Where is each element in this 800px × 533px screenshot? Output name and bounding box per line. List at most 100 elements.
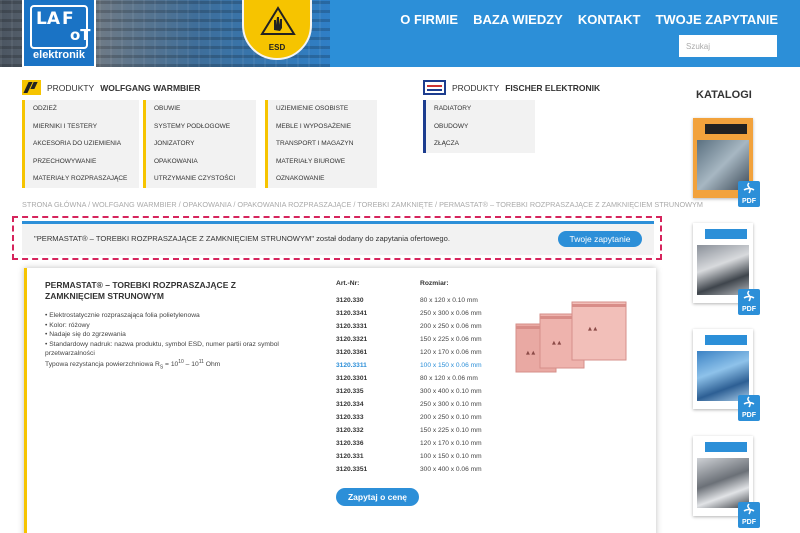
size-value: 100 x 150 x 0.06 mm: [420, 362, 482, 369]
article-number: 3120.330: [336, 297, 364, 304]
nav-kontakt[interactable]: KONTAKT: [578, 12, 641, 27]
esd-hand-icon: [260, 6, 296, 35]
article-number: 3120.3341: [336, 310, 368, 317]
warmbier-menu-col-2: OBUWIE SYSTEMY PODŁOGOWE JONIZATORY OPAK…: [143, 100, 256, 188]
main-nav: O FIRMIE BAZA WIEDZY KONTAKT TWOJE ZAPYT…: [400, 12, 778, 27]
feature-item: Elektrostatycznie rozpraszająca folia po…: [45, 311, 305, 321]
fischer-tag: [705, 335, 747, 345]
table-row[interactable]: 3120.336 120 x 170 x 0.10 mm: [336, 437, 566, 450]
menu-item-obuwie[interactable]: OBUWIE: [146, 100, 256, 118]
article-number: 3120.3311: [336, 362, 367, 369]
size-value: 80 x 120 x 0.10 mm: [420, 297, 478, 304]
menu-item-radiatory[interactable]: RADIATORY: [426, 100, 535, 118]
menu-item-przechowywanie[interactable]: PRZECHOWYWANIE: [25, 153, 139, 171]
feature-item: Nadaje się do zgrzewania: [45, 330, 305, 340]
menu-item-jonizatory[interactable]: JONIZATORY: [146, 135, 256, 153]
size-value: 300 x 400 x 0.06 mm: [420, 466, 482, 473]
menu-item-oznakowanie[interactable]: OZNAKOWANIE: [268, 170, 377, 188]
size-value: 120 x 170 x 0.10 mm: [420, 440, 482, 447]
nav-o-firmie[interactable]: O FIRMIE: [400, 12, 458, 27]
fischer-logo-icon: [423, 80, 446, 95]
cover-image: [697, 458, 749, 508]
product-bags-image: ▲ ▲ ▲ ▲ ▲ ▲: [515, 301, 627, 373]
feature-item: Kolor: różowy: [45, 321, 305, 331]
warmbier-tag: [705, 124, 747, 134]
menu-item-zlacza[interactable]: ZŁĄCZA: [426, 135, 535, 153]
your-inquiry-button[interactable]: Twoje zapytanie: [558, 231, 642, 247]
cover-image: [697, 245, 749, 295]
size-value: 200 x 250 x 0.10 mm: [420, 414, 482, 421]
size-value: 80 x 120 x 0.06 mm: [420, 375, 478, 382]
cover-image: [697, 351, 749, 401]
menu-item-materialy-biurowe[interactable]: MATERIAŁY BIUROWE: [268, 153, 377, 171]
pdf-icon[interactable]: PDF: [738, 502, 760, 528]
article-number: 3120.336: [336, 440, 364, 447]
fischer-tag: [705, 229, 747, 239]
table-row[interactable]: 3120.332 150 x 225 x 0.10 mm: [336, 424, 566, 437]
resistance-text: Typowa rezystancja powierzchniowa RS = 1…: [45, 359, 221, 371]
table-row[interactable]: 3120.333 200 x 250 x 0.10 mm: [336, 411, 566, 424]
fischer-heading[interactable]: PRODUKTY FISCHER ELEKTRONIK: [423, 80, 600, 95]
svg-text:▲ ▲: ▲ ▲: [552, 340, 561, 346]
col-art-header: Art.-Nr:: [336, 280, 360, 287]
size-value: 150 x 225 x 0.10 mm: [420, 427, 482, 434]
article-number: 3120.333: [336, 414, 364, 421]
feature-item: Standardowy nadruk: nazwa produktu, symb…: [45, 340, 305, 359]
article-number: 3120.334: [336, 401, 364, 408]
size-value: 250 x 300 x 0.10 mm: [420, 401, 482, 408]
menu-item-opakowania[interactable]: OPAKOWANIA: [146, 153, 256, 171]
menu-item-uziemienie-osobiste[interactable]: UZIEMIENIE OSOBISTE: [268, 100, 377, 118]
article-number: 3120.332: [336, 427, 364, 434]
product-title: PERMASTAT® – TOREBKI ROZPRASZAJĄCE Z ZAM…: [45, 280, 236, 301]
menu-item-utrzymanie-czystosci[interactable]: UTRZYMANIE CZYSTOŚCI: [146, 170, 256, 188]
fischer-menu-col-1: RADIATORY OBUDOWY ZŁĄCZA: [423, 100, 535, 153]
article-number: 3120.3321: [336, 336, 368, 343]
added-notice: "PERMASTAT® – TOREBKI ROZPRASZAJĄCE Z ZA…: [22, 221, 654, 255]
svg-text:▲ ▲: ▲ ▲: [588, 326, 597, 332]
menu-item-obudowy[interactable]: OBUDOWY: [426, 118, 535, 136]
fischer-tag: [705, 442, 747, 452]
esd-label: ESD: [268, 43, 286, 52]
menu-item-akcesoria[interactable]: AKCESORIA DO UZIEMIENIA: [25, 135, 139, 153]
menu-item-transport[interactable]: TRANSPORT I MAGAZYN: [268, 135, 377, 153]
warmbier-prefix: PRODUKTY: [47, 82, 95, 93]
menu-item-systemy-podlogowe[interactable]: SYSTEMY PODŁOGOWE: [146, 118, 256, 136]
warmbier-logo-icon: [22, 80, 41, 95]
menu-item-odziez[interactable]: ODZIEŻ: [25, 100, 139, 118]
feature-list: Elektrostatycznie rozpraszająca folia po…: [45, 311, 305, 359]
lafot-logo[interactable]: LA F oT elektronik: [22, 0, 96, 68]
breadcrumb[interactable]: STRONA GŁÓWNA / WOLFGANG WARMBIER / OPAK…: [22, 200, 703, 209]
esd-badge: ESD: [242, 0, 312, 60]
site-header: LA F oT elektronik ESD O FIRMIE BAZA WIE…: [0, 0, 800, 68]
table-row[interactable]: 3120.334 250 x 300 x 0.10 mm: [336, 398, 566, 411]
logo-mark-icon: LA F oT: [30, 5, 91, 49]
nav-baza-wiedzy[interactable]: BAZA WIEDZY: [473, 12, 563, 27]
ask-price-button[interactable]: Zapytaj o cenę: [336, 488, 419, 506]
product-card: PERMASTAT® – TOREBKI ROZPRASZAJĄCE Z ZAM…: [24, 268, 656, 533]
table-row[interactable]: 3120.3351 300 x 400 x 0.06 mm: [336, 463, 566, 476]
menu-item-mierniki[interactable]: MIERNIKI I TESTERY: [25, 118, 139, 136]
size-value: 120 x 170 x 0.06 mm: [420, 349, 482, 356]
warmbier-heading[interactable]: PRODUKTY WOLFGANG WARMBIER: [22, 80, 200, 95]
size-value: 100 x 150 x 0.10 mm: [420, 453, 482, 460]
menu-item-meble[interactable]: MEBLE I WYPOSAŻENIE: [268, 118, 377, 136]
pdf-icon[interactable]: PDF: [738, 395, 760, 421]
article-number: 3120.3361: [336, 349, 368, 356]
size-value: 300 x 400 x 0.10 mm: [420, 388, 482, 395]
fischer-brand: FISCHER ELEKTRONIK: [505, 82, 601, 93]
warmbier-menu-col-1: ODZIEŻ MIERNIKI I TESTERY AKCESORIA DO U…: [22, 100, 139, 188]
size-value: 200 x 250 x 0.06 mm: [420, 323, 482, 330]
article-number: 3120.3351: [336, 466, 368, 473]
svg-text:▲ ▲: ▲ ▲: [526, 350, 535, 356]
notice-text: "PERMASTAT® – TOREBKI ROZPRASZAJĄCE Z ZA…: [34, 234, 450, 243]
article-number: 3120.3331: [336, 323, 368, 330]
search-input[interactable]: [679, 35, 777, 57]
pdf-icon[interactable]: PDF: [738, 289, 760, 315]
menu-item-materialy-rozpraszajace[interactable]: MATERIAŁY ROZPRASZAJĄCE: [25, 170, 139, 188]
catalog-title: KATALOGI: [696, 89, 752, 101]
pdf-icon[interactable]: PDF: [738, 181, 760, 207]
nav-twoje-zapytanie[interactable]: TWOJE ZAPYTANIE: [655, 12, 778, 27]
article-number: 3120.3301: [336, 375, 368, 382]
warmbier-menu-col-3: UZIEMIENIE OSOBISTE MEBLE I WYPOSAŻENIE …: [265, 100, 377, 188]
table-row[interactable]: 3120.331 100 x 150 x 0.10 mm: [336, 450, 566, 463]
